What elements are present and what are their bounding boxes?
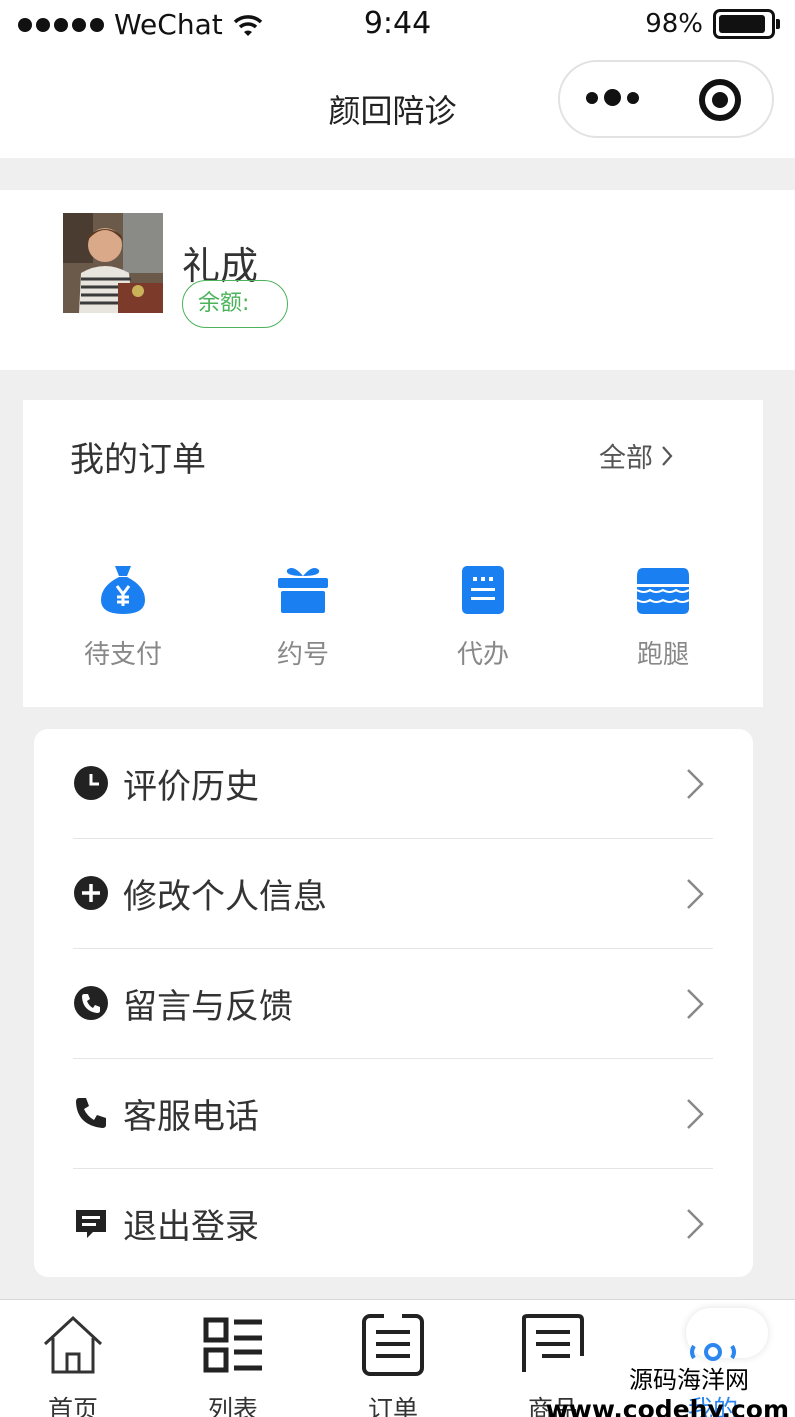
chevron-right-icon — [687, 1209, 704, 1239]
menu-item-label: 评价历史 — [123, 767, 259, 807]
orders-all-label: 全部 — [599, 443, 653, 474]
order-status-pending-payment[interactable]: 待支付 — [63, 560, 183, 671]
store-icon — [636, 568, 690, 614]
order-status-label: 待支付 — [83, 640, 162, 670]
watermark-url: www.codehy.com — [545, 1395, 789, 1417]
nav-bar: 颜回陪诊 — [0, 52, 795, 158]
menu-item-logout[interactable]: 退出登录 — [73, 1169, 713, 1279]
home-icon — [43, 1315, 103, 1374]
chevron-right-icon — [687, 769, 704, 799]
battery-icon — [713, 9, 780, 39]
message-icon — [76, 1210, 106, 1238]
chevron-right-icon — [687, 1099, 704, 1129]
order-icon — [362, 1313, 424, 1376]
my-orders-card: 我的订单 全部 待支付 约号 代办 跑腿 — [23, 400, 763, 707]
money-bag-icon — [101, 566, 145, 614]
tab-label: 订单 — [367, 1395, 418, 1417]
close-miniprogram-icon[interactable] — [699, 79, 741, 121]
clock-icon — [74, 766, 108, 800]
plus-circle-icon — [74, 876, 108, 910]
order-status-errand[interactable]: 跑腿 — [603, 560, 723, 671]
orders-view-all-link[interactable]: 全部 — [599, 436, 673, 475]
menu-item-feedback[interactable]: 留言与反馈 — [73, 949, 713, 1059]
balance-badge[interactable]: 余额: — [182, 280, 288, 328]
phone-circle-icon — [74, 986, 108, 1020]
chevron-right-icon — [687, 879, 704, 909]
more-options-icon[interactable] — [586, 89, 639, 106]
order-status-proxy[interactable]: 代办 — [423, 560, 543, 671]
avatar[interactable] — [63, 213, 163, 313]
profile-header: 礼成 余额: — [0, 190, 795, 370]
tab-label: 列表 — [207, 1395, 258, 1417]
tab-label: 首页 — [47, 1395, 98, 1417]
phone-icon — [76, 1098, 106, 1128]
settings-menu: 评价历史 修改个人信息 留言与反馈 客服电话 退出登录 — [34, 729, 753, 1277]
menu-item-label: 留言与反馈 — [123, 987, 293, 1027]
order-status-appointment[interactable]: 约号 — [243, 560, 363, 671]
order-status-label: 约号 — [276, 640, 329, 670]
menu-item-label: 客服电话 — [123, 1097, 259, 1137]
battery-percent: 98% — [645, 9, 703, 39]
battery-status: 98% — [645, 9, 780, 39]
menu-item-edit-profile[interactable]: 修改个人信息 — [73, 839, 713, 949]
menu-item-label: 修改个人信息 — [123, 877, 327, 917]
tab-list[interactable]: 列表 — [183, 1312, 283, 1417]
chevron-right-icon — [687, 989, 704, 1019]
list-icon — [203, 1317, 262, 1373]
watermark: 源码海洋网 www.codehy.com — [546, 1360, 789, 1417]
menu-item-customer-service[interactable]: 客服电话 — [73, 1059, 713, 1169]
menu-item-label: 退出登录 — [123, 1207, 259, 1247]
tab-home[interactable]: 首页 — [23, 1312, 123, 1417]
status-bar: WeChat 9:44 98% — [0, 0, 795, 52]
menu-item-review-history[interactable]: 评价历史 — [73, 729, 713, 839]
gift-icon — [278, 568, 328, 613]
orders-title: 我的订单 — [70, 440, 206, 480]
chevron-right-icon — [662, 445, 673, 466]
order-status-label: 代办 — [456, 640, 509, 670]
watermark-title: 源码海洋网 — [629, 1366, 749, 1394]
tab-orders[interactable]: 订单 — [343, 1312, 443, 1417]
miniprogram-capsule — [558, 60, 774, 138]
task-icon — [462, 566, 504, 614]
order-status-label: 跑腿 — [636, 640, 689, 670]
